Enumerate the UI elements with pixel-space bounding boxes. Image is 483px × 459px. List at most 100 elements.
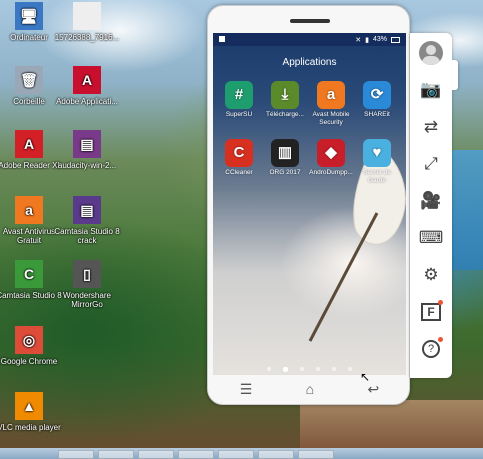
wallpaper-town bbox=[300, 400, 483, 450]
page-dot[interactable] bbox=[267, 367, 271, 371]
desktop-icon-image: 🗑 bbox=[15, 66, 43, 94]
desktop-icon[interactable]: ▤ audacity-win-2... bbox=[52, 130, 122, 170]
screen-title: Applications bbox=[282, 57, 337, 68]
home-icon[interactable]: ⌂ bbox=[306, 381, 314, 397]
notification-dot bbox=[438, 300, 443, 305]
page-dot[interactable] bbox=[316, 367, 320, 371]
desktop-icon-image: ▤ bbox=[73, 130, 101, 158]
settings-gear-icon-glyph: ⚙ bbox=[423, 265, 439, 284]
avatar-button[interactable] bbox=[417, 39, 445, 67]
desktop-icon[interactable]: ◎ Google Chrome bbox=[0, 326, 64, 366]
f-app-icon[interactable]: F bbox=[417, 298, 445, 326]
app-label: SHAREit bbox=[364, 111, 390, 118]
app-icon-shareit[interactable]: ⟳ SHAREit bbox=[355, 81, 399, 119]
help-icon-glyph: ? bbox=[422, 340, 440, 358]
app-image: # bbox=[225, 81, 253, 109]
page-dot[interactable] bbox=[300, 367, 304, 371]
app-icon-org-2017[interactable]: ▥ ORG 2017 bbox=[263, 139, 307, 177]
help-icon[interactable]: ? bbox=[417, 335, 445, 363]
desktop-icon-label: Wondershare MirrorGo bbox=[63, 291, 111, 309]
status-left bbox=[219, 35, 225, 44]
status-bar: ✕ ▮ 43% bbox=[213, 33, 406, 46]
video-record-icon-glyph: 🎥 bbox=[420, 191, 442, 210]
battery-text: 43% bbox=[372, 36, 387, 43]
app-icon-supersu[interactable]: # SuperSU bbox=[217, 81, 261, 119]
app-image: a bbox=[317, 81, 345, 109]
app-image: ⤓ bbox=[271, 81, 299, 109]
notification-icon bbox=[219, 35, 225, 42]
app-icon-t-l-charge-[interactable]: ⤓ Télécharge... bbox=[263, 81, 307, 119]
taskbar-item[interactable] bbox=[258, 450, 294, 459]
screenshot-camera-icon-glyph: 📷 bbox=[420, 80, 442, 99]
mute-icon: ✕ bbox=[355, 36, 362, 44]
desktop-icon-image: 🖥 bbox=[15, 2, 43, 30]
nav-bar: ☰ ⌂ ↩ bbox=[213, 375, 406, 403]
desktop-icon-image: a bbox=[15, 196, 43, 224]
keyboard-icon[interactable]: ⌨ bbox=[417, 224, 445, 252]
taskbar-item[interactable] bbox=[298, 450, 334, 459]
taskbar-item[interactable] bbox=[178, 450, 214, 459]
app-icon-androdumpp-[interactable]: ◆ AndroDumpp... bbox=[309, 139, 353, 177]
menu-icon[interactable]: ☰ bbox=[240, 381, 253, 398]
status-right: ✕ ▮ 43% bbox=[355, 36, 400, 44]
app-image: ⟳ bbox=[363, 81, 391, 109]
f-app-icon-glyph: F bbox=[421, 303, 441, 321]
toolbar-collapse-handle[interactable] bbox=[452, 60, 458, 90]
settings-gear-icon[interactable]: ⚙ bbox=[417, 261, 445, 289]
desktop-icon[interactable]: ▯ Wondershare MirrorGo bbox=[52, 260, 122, 309]
transfer-arrows-icon[interactable]: ⇄ bbox=[417, 113, 445, 141]
app-label: CCleaner bbox=[225, 169, 253, 176]
taskbar bbox=[0, 448, 483, 459]
desktop-icon-label: audacity-win-2... bbox=[57, 161, 117, 170]
desktop-icon-image: C bbox=[15, 260, 43, 288]
page-dot[interactable] bbox=[332, 367, 336, 371]
desktop-icon[interactable]: ▲ VLC media player bbox=[0, 392, 64, 432]
notification-dot bbox=[438, 337, 443, 342]
app-icon-ccleaner[interactable]: C CCleaner bbox=[217, 139, 261, 177]
app-label: AndroDumpp... bbox=[309, 169, 353, 176]
app-icon-secret-de-garde[interactable]: ♥ Secret de Garde bbox=[355, 139, 399, 184]
app-label: Secret de Garde bbox=[363, 169, 391, 184]
video-record-icon[interactable]: 🎥 bbox=[417, 187, 445, 215]
app-icon-avast-mobile-security[interactable]: a Avast Mobile Security bbox=[309, 81, 353, 126]
app-image: C bbox=[225, 139, 253, 167]
taskbar-item[interactable] bbox=[138, 450, 174, 459]
desktop-icon[interactable]: ▤ Camtasia Studio 8 crack bbox=[52, 196, 122, 245]
app-image: ◆ bbox=[317, 139, 345, 167]
phone-frame: ✕ ▮ 43% Applications # SuperSU ⤓ Télécharge… bbox=[207, 5, 410, 405]
signal-icon: ▮ bbox=[365, 36, 369, 44]
desktop-icon-image: ◎ bbox=[15, 326, 43, 354]
phone-screen[interactable]: ✕ ▮ 43% Applications # SuperSU ⤓ Télécharge… bbox=[213, 33, 406, 375]
screenshot-camera-icon[interactable]: 📷 bbox=[417, 76, 445, 104]
taskbar-item[interactable] bbox=[98, 450, 134, 459]
page-dot[interactable] bbox=[283, 367, 288, 372]
page-indicator bbox=[213, 367, 406, 372]
mouse-cursor-icon: ↖ bbox=[360, 370, 371, 384]
keyboard-icon-glyph: ⌨ bbox=[418, 228, 444, 247]
page-dot[interactable] bbox=[348, 367, 352, 371]
transfer-arrows-icon-glyph: ⇄ bbox=[423, 117, 439, 136]
app-image: ♥ bbox=[363, 139, 391, 167]
app-label: Avast Mobile Security bbox=[312, 111, 350, 126]
fullscreen-icon-glyph: ⤢ bbox=[424, 154, 438, 173]
taskbar-item[interactable] bbox=[58, 450, 94, 459]
desktop-icon-label: Google Chrome bbox=[0, 357, 58, 366]
desktop-icon-image: A bbox=[73, 66, 101, 94]
desktop-icon-image bbox=[73, 2, 101, 30]
app-label: SuperSU bbox=[225, 111, 253, 118]
fullscreen-icon[interactable]: ⤢ bbox=[417, 150, 445, 178]
desktop-icon-image: ▯ bbox=[73, 260, 101, 288]
desktop-icon[interactable]: A Adobe Applicati... bbox=[52, 66, 122, 106]
phone-speaker bbox=[290, 19, 330, 23]
avatar bbox=[419, 41, 443, 65]
desktop-icon[interactable]: 15726388_7916... bbox=[52, 2, 122, 42]
desktop-icon-label: VLC media player bbox=[0, 423, 61, 432]
desktop-icon-image: ▤ bbox=[73, 196, 101, 224]
desktop-icon-label: Camtasia Studio 8 crack bbox=[54, 227, 120, 245]
desktop-icon-label: 15726388_7916... bbox=[54, 33, 120, 42]
desktop-icon-label: Adobe Applicati... bbox=[56, 97, 118, 106]
taskbar-item[interactable] bbox=[218, 450, 254, 459]
desktop-icon-image: A bbox=[15, 130, 43, 158]
battery-icon bbox=[391, 36, 400, 43]
mirror-toolbar: 📷 ⇄ ⤢ 🎥 ⌨ ⚙ F? bbox=[410, 33, 452, 378]
